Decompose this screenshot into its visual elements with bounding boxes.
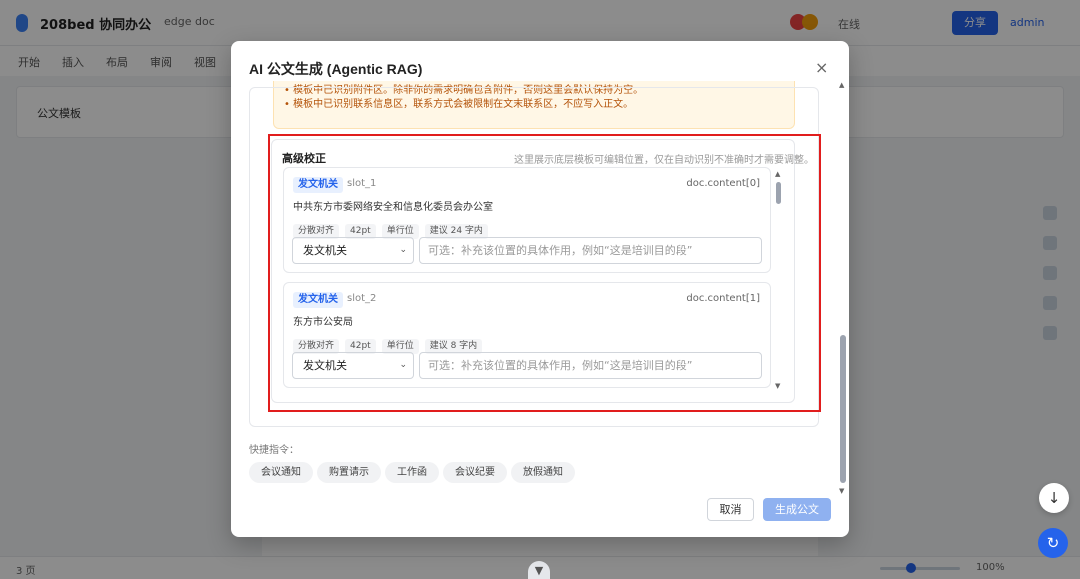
scroll-down-button[interactable]: ↓: [1039, 483, 1069, 513]
quick-command-meeting-minutes[interactable]: 会议纪要: [443, 462, 507, 483]
highlight-annotation: [268, 134, 821, 412]
help-button[interactable]: ↻: [1038, 528, 1068, 558]
quick-commands-label: 快捷指令：: [249, 445, 299, 456]
scroll-up-icon[interactable]: ▲: [839, 81, 844, 89]
scroll-down-icon[interactable]: ▼: [839, 487, 844, 495]
quick-command-holiday-notice[interactable]: 放假通知: [511, 462, 575, 483]
ai-generate-dialog: AI 公文生成 (Agentic RAG) × • 模板中已识别附件区。除非你的…: [231, 41, 849, 537]
generate-document-button[interactable]: 生成公文: [763, 498, 831, 521]
close-icon[interactable]: ×: [815, 58, 828, 77]
arrow-down-icon: ↓: [1047, 489, 1061, 507]
dialog-scroll-thumb[interactable]: [840, 335, 846, 483]
dialog-scrollbar[interactable]: ▲ ▼: [839, 81, 847, 495]
dialog-title: AI 公文生成 (Agentic RAG): [249, 61, 423, 77]
bottom-panel-toggle[interactable]: ▼: [528, 561, 550, 579]
quick-command-work-letter[interactable]: 工作函: [385, 462, 439, 483]
chevron-down-icon: ▼: [534, 564, 544, 577]
cancel-button[interactable]: 取消: [707, 498, 754, 521]
headset-icon: ↻: [1046, 534, 1060, 552]
quick-command-meeting-notice[interactable]: 会议通知: [249, 462, 313, 483]
quick-command-purchase-request[interactable]: 购置请示: [317, 462, 381, 483]
